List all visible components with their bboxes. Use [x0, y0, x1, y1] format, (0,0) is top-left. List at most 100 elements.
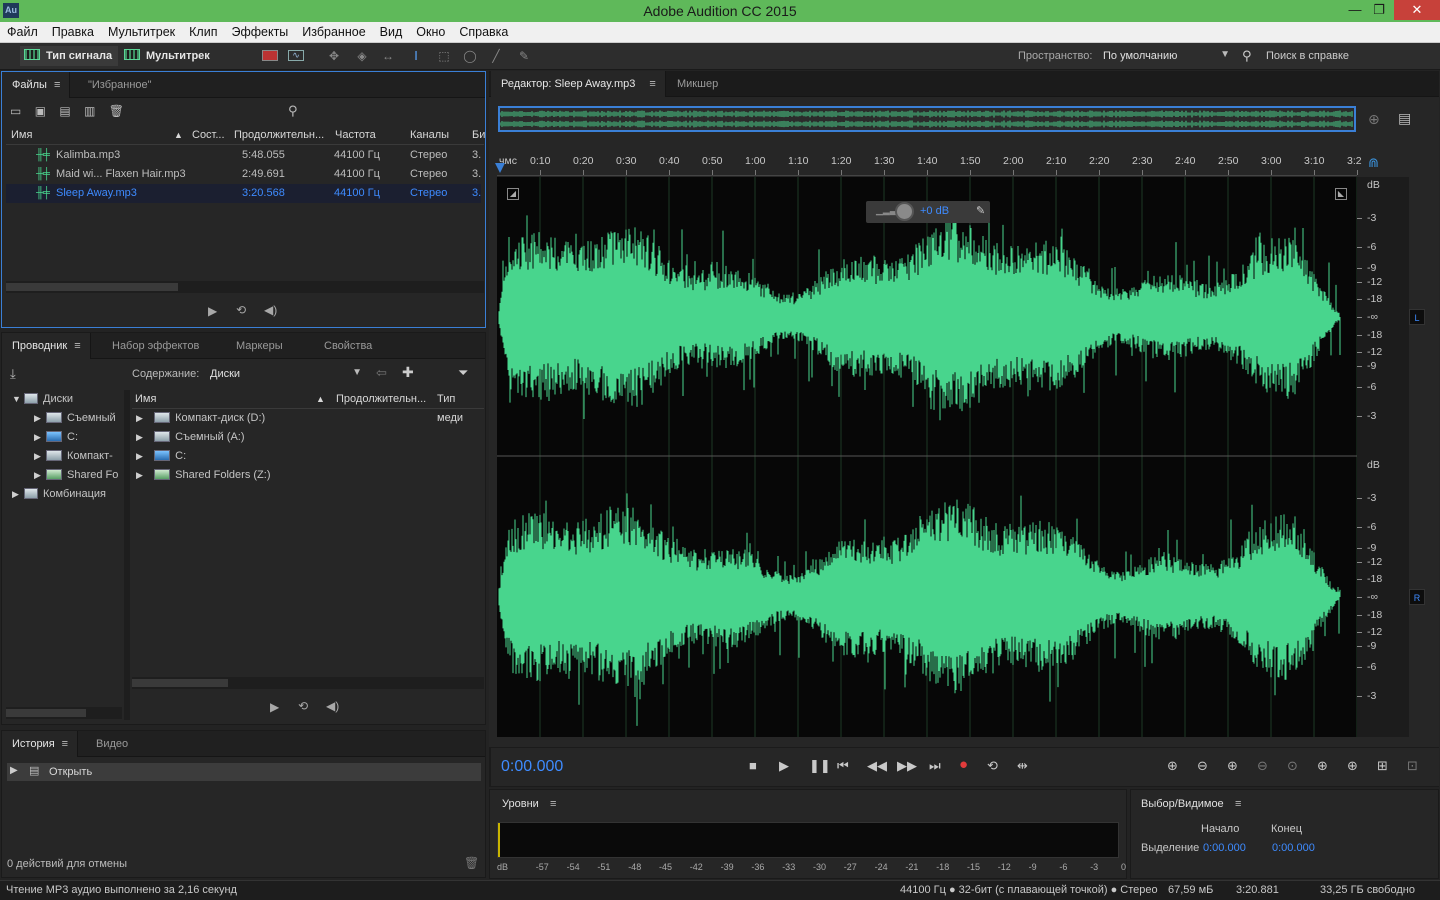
menu-file[interactable]: Файл — [0, 22, 45, 42]
tab-effects-rack[interactable]: Набор эффектов — [102, 333, 208, 359]
slip-tool-icon[interactable]: ↔ — [380, 49, 396, 63]
list-item[interactable]: ▶ Shared Folders (Z:) — [136, 466, 436, 485]
razor-tool-icon[interactable]: ◈ — [354, 49, 370, 63]
col-bits[interactable]: Би — [472, 126, 485, 145]
tab-properties[interactable]: Свойства — [314, 333, 381, 359]
waveform-view-button[interactable]: Тип сигнала — [20, 46, 119, 66]
col-media-type[interactable]: Тип меди — [437, 390, 484, 424]
filter-icon[interactable]: ⏷ — [458, 365, 468, 381]
tab-history[interactable]: История ≡ — [2, 731, 79, 757]
pin-icon[interactable]: ✎ — [976, 204, 985, 217]
tab-markers[interactable]: Маркеры — [226, 333, 292, 359]
time-ruler[interactable]: чмс 0:10 0:20 0:30 0:40 0:50 1:00 1:10 1:20 1:30… — [497, 152, 1362, 176]
autoplay-icon[interactable]: ◀) — [264, 303, 277, 317]
tree-hscrollbar[interactable] — [6, 707, 122, 719]
files-search-icon[interactable]: ⚲ — [288, 103, 298, 119]
tree-node-disks[interactable]: ▼ Диски — [12, 390, 122, 409]
tab-editor[interactable]: Редактор: Sleep Away.mp3 ≡ — [491, 71, 666, 97]
fade-out-handle-icon[interactable]: ◣ — [1335, 188, 1347, 200]
spot-healing-icon[interactable]: ✎ — [516, 49, 532, 63]
col-duration[interactable]: Продолжительн... — [234, 126, 324, 145]
zoom-to-selection-icon[interactable]: ⊕ — [1368, 111, 1380, 128]
workspace-dropdown[interactable]: По умолчанию ▼ — [1100, 47, 1234, 66]
record-icon[interactable]: ● — [959, 756, 968, 773]
fade-in-handle-icon[interactable]: ◢ — [507, 188, 519, 200]
file-row[interactable]: ╫╪ Kalimba.mp3 5:48.055 44100 Гц Стерео … — [6, 146, 481, 165]
import-icon[interactable]: ⤓ — [10, 366, 16, 382]
selection-start-value[interactable]: 0:00.000 — [1203, 842, 1246, 854]
list-hscrollbar[interactable] — [132, 677, 484, 689]
fast-forward-icon[interactable]: ▶▶ — [897, 758, 917, 774]
zoom-out-amplitude-icon[interactable]: ⊖ — [1197, 758, 1208, 774]
zoom-in-left-icon[interactable]: ⊕ — [1317, 758, 1328, 774]
playhead-marker[interactable] — [495, 163, 505, 173]
zoom-reset-icon[interactable]: ⊡ — [1407, 758, 1418, 774]
tab-video[interactable]: Видео — [86, 731, 137, 757]
scroll-thumb[interactable] — [6, 709, 86, 717]
skip-selection-icon[interactable]: ⇹ — [1017, 758, 1028, 774]
rewind-icon[interactable]: ◀◀ — [867, 758, 887, 774]
import-file-icon[interactable]: ▣ — [35, 104, 46, 118]
zoom-in-amplitude-icon[interactable]: ⊕ — [1167, 758, 1178, 774]
tab-mixer[interactable]: Микшер — [667, 71, 727, 97]
insert-multitrack-icon[interactable]: ▥ — [84, 104, 95, 118]
menu-view[interactable]: Вид — [373, 22, 410, 42]
tree-node-shared[interactable]: ▶ Shared Fo — [34, 466, 122, 485]
move-tool-icon[interactable]: ✥ — [326, 49, 342, 63]
tree-node-removable[interactable]: ▶ Съемный — [34, 409, 122, 428]
menu-help[interactable]: Справка — [452, 22, 515, 42]
panel-menu-icon[interactable]: ≡ — [550, 798, 556, 810]
overview-menu-icon[interactable]: ▤ — [1398, 110, 1411, 127]
close-button[interactable]: ✕ — [1394, 0, 1440, 20]
list-item[interactable]: ▶ Съемный (A:) — [136, 428, 436, 447]
new-file-icon[interactable]: ▤ — [59, 104, 70, 118]
panel-menu-icon[interactable]: ≡ — [62, 738, 68, 750]
stop-icon[interactable]: ■ — [749, 758, 757, 773]
col-rate[interactable]: Частота — [335, 126, 376, 145]
zoom-full-icon[interactable]: ⊞ — [1377, 758, 1388, 774]
tree-node-shortcuts[interactable]: ▶ Комбинация — [12, 485, 122, 504]
file-row[interactable]: ╫╪ Maid wi... Flaxen Hair.mp3 2:49.691 4… — [6, 165, 481, 184]
col-name[interactable]: Имя — [135, 390, 156, 409]
add-shortcut-icon[interactable]: ✚ — [402, 364, 414, 381]
selection-end-value[interactable]: 0:00.000 — [1272, 842, 1315, 854]
pane-splitter[interactable] — [124, 390, 130, 720]
scroll-thumb[interactable] — [132, 679, 228, 687]
menu-window[interactable]: Окно — [409, 22, 452, 42]
current-time-display[interactable]: 0:00.000 — [501, 758, 563, 776]
multitrack-view-button[interactable]: Мультитрек — [120, 46, 216, 66]
panel-menu-icon[interactable]: ≡ — [54, 79, 60, 91]
overview-bar[interactable] — [498, 106, 1356, 132]
col-status[interactable]: Сост... — [192, 126, 225, 145]
brush-tool-icon[interactable]: ╱ — [488, 49, 504, 63]
skip-start-icon[interactable]: ⏮ — [837, 758, 849, 774]
tab-media-browser[interactable]: Проводник ≡ — [2, 333, 91, 359]
history-item[interactable]: ▶ ▤ Открыть — [7, 763, 481, 781]
files-hscrollbar[interactable] — [6, 281, 484, 293]
delete-icon[interactable]: 🗑 — [109, 104, 124, 118]
play-icon[interactable]: ▶ — [270, 700, 279, 714]
menu-multitrack[interactable]: Мультитрек — [101, 22, 182, 42]
open-file-icon[interactable]: ▭ — [10, 104, 21, 118]
lasso-tool-icon[interactable]: ◯ — [462, 49, 478, 63]
time-selection-tool-icon[interactable]: Ⅰ — [408, 49, 424, 63]
gain-knob[interactable] — [895, 202, 914, 221]
play-icon[interactable]: ▶ — [779, 758, 789, 774]
loop-playback-icon[interactable]: ⟲ — [987, 758, 998, 774]
back-arrow-icon[interactable]: ⇦ — [376, 365, 387, 381]
list-item[interactable]: ▶ Компакт-диск (D:) — [136, 409, 436, 428]
channel-left-toggle[interactable]: L — [1409, 309, 1425, 325]
minimize-button[interactable]: — — [1342, 0, 1368, 20]
panel-menu-icon[interactable]: ≡ — [649, 78, 655, 90]
menu-favorites[interactable]: Избранное — [295, 22, 372, 42]
zoom-out-time-icon[interactable]: ⊖ — [1257, 758, 1268, 774]
tab-favorites[interactable]: "Избранное" — [78, 72, 161, 98]
content-dropdown[interactable]: Диски ▼ — [206, 364, 366, 383]
skip-end-icon[interactable]: ⏭ — [929, 758, 941, 774]
col-duration[interactable]: Продолжительн... — [336, 390, 426, 409]
panel-menu-icon[interactable]: ≡ — [74, 340, 80, 352]
trash-icon[interactable]: 🗑 — [464, 856, 479, 870]
play-icon[interactable]: ▶ — [208, 304, 217, 318]
zoom-in-time-icon[interactable]: ⊕ — [1227, 758, 1238, 774]
help-search-input[interactable]: Поиск в справке — [1266, 50, 1349, 62]
